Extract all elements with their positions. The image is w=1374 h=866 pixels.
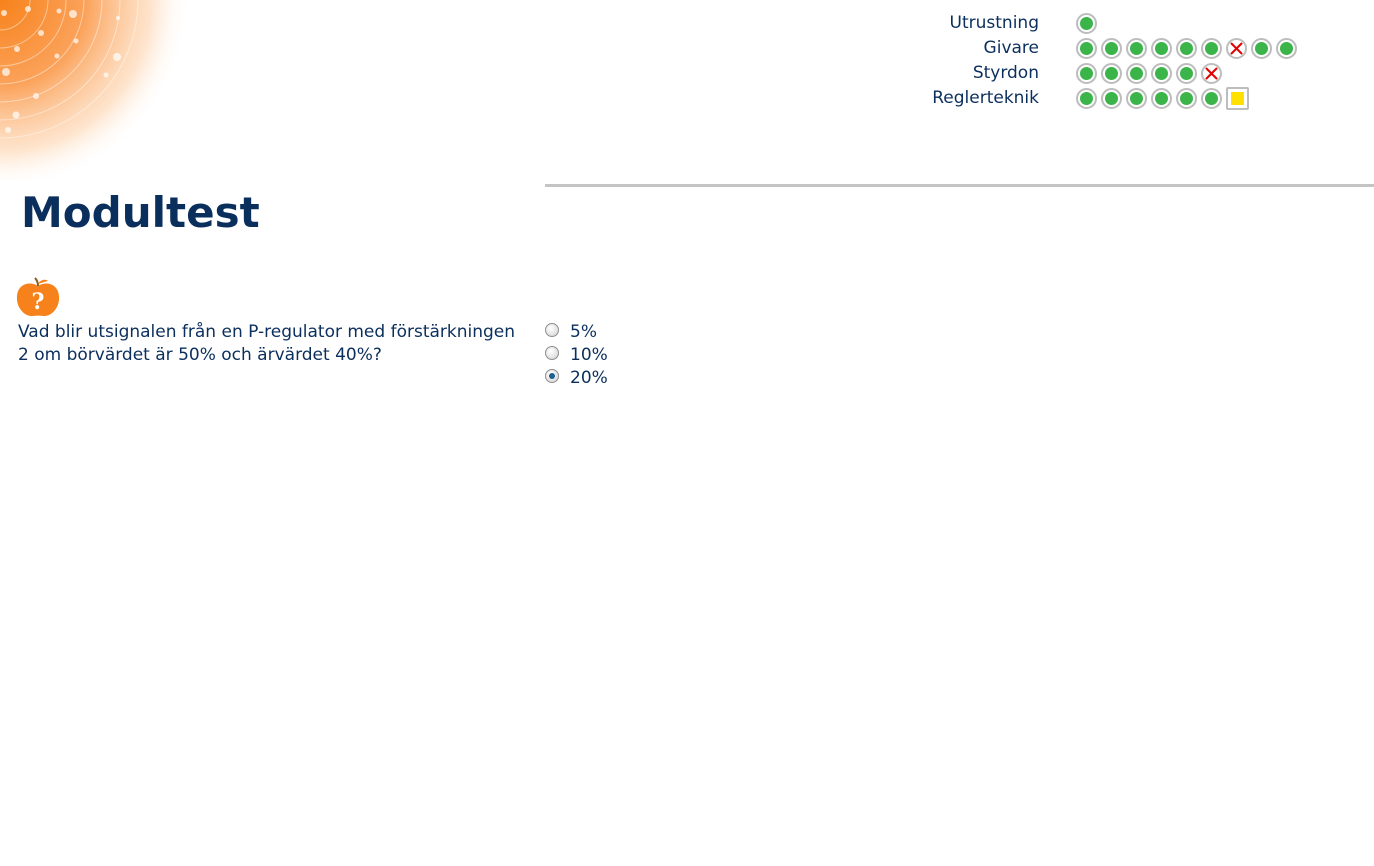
answer-options: 5% 10% 20% — [545, 320, 608, 389]
progress-marks — [1076, 87, 1253, 110]
answered-wrong-icon[interactable] — [1201, 63, 1222, 84]
answered-correct-icon[interactable] — [1101, 88, 1122, 109]
answered-wrong-icon[interactable] — [1226, 38, 1247, 59]
answer-option-label: 20% — [570, 367, 608, 388]
page-title: Modultest — [21, 188, 260, 237]
sun-decoration-icon — [0, 0, 190, 180]
answered-correct-icon[interactable] — [1251, 38, 1272, 59]
radio-checked-icon[interactable] — [545, 368, 559, 383]
progress-row: Styrdon — [880, 61, 1320, 86]
answered-correct-icon[interactable] — [1126, 38, 1147, 59]
progress-marks — [1076, 13, 1101, 34]
answer-option-label: 5% — [570, 321, 597, 342]
progress-row: Utrustning — [880, 11, 1320, 36]
answer-option[interactable]: 10% — [545, 343, 608, 366]
progress-row-label: Givare — [983, 38, 1039, 58]
progress-row: Reglerteknik — [880, 86, 1320, 111]
answered-correct-icon[interactable] — [1076, 88, 1097, 109]
answered-correct-icon[interactable] — [1151, 88, 1172, 109]
radio-icon[interactable] — [545, 345, 559, 360]
answered-correct-icon[interactable] — [1126, 88, 1147, 109]
progress-marks — [1076, 38, 1301, 59]
answer-option-label: 10% — [570, 344, 608, 365]
progress-row-label: Reglerteknik — [932, 88, 1039, 108]
radio-icon[interactable] — [545, 322, 559, 337]
progress-overview: Utrustning Givare Styrdon Reglerteknik — [880, 11, 1320, 111]
question-text: Vad blir utsignalen från en P-regulator … — [18, 322, 516, 365]
divider — [545, 184, 1374, 187]
answer-option[interactable]: 20% — [545, 366, 608, 389]
progress-marks — [1076, 63, 1226, 84]
progress-row: Givare — [880, 36, 1320, 61]
answered-correct-icon[interactable] — [1076, 63, 1097, 84]
apple-question-icon[interactable]: ? — [15, 277, 61, 319]
progress-row-label: Utrustning — [949, 13, 1039, 33]
answered-correct-icon[interactable] — [1101, 38, 1122, 59]
current-question-icon[interactable] — [1226, 87, 1249, 110]
progress-row-label: Styrdon — [972, 63, 1039, 83]
answered-correct-icon[interactable] — [1176, 63, 1197, 84]
answered-correct-icon[interactable] — [1076, 38, 1097, 59]
answered-correct-icon[interactable] — [1076, 13, 1097, 34]
answered-correct-icon[interactable] — [1151, 38, 1172, 59]
answered-correct-icon[interactable] — [1176, 88, 1197, 109]
answered-correct-icon[interactable] — [1201, 88, 1222, 109]
answered-correct-icon[interactable] — [1126, 63, 1147, 84]
answered-correct-icon[interactable] — [1151, 63, 1172, 84]
answered-correct-icon[interactable] — [1201, 38, 1222, 59]
page: Utrustning Givare Styrdon Reglerteknik Modu… — [0, 0, 1374, 866]
answered-correct-icon[interactable] — [1276, 38, 1297, 59]
answered-correct-icon[interactable] — [1176, 38, 1197, 59]
svg-text:?: ? — [32, 289, 45, 315]
answered-correct-icon[interactable] — [1101, 63, 1122, 84]
answer-option[interactable]: 5% — [545, 320, 608, 343]
